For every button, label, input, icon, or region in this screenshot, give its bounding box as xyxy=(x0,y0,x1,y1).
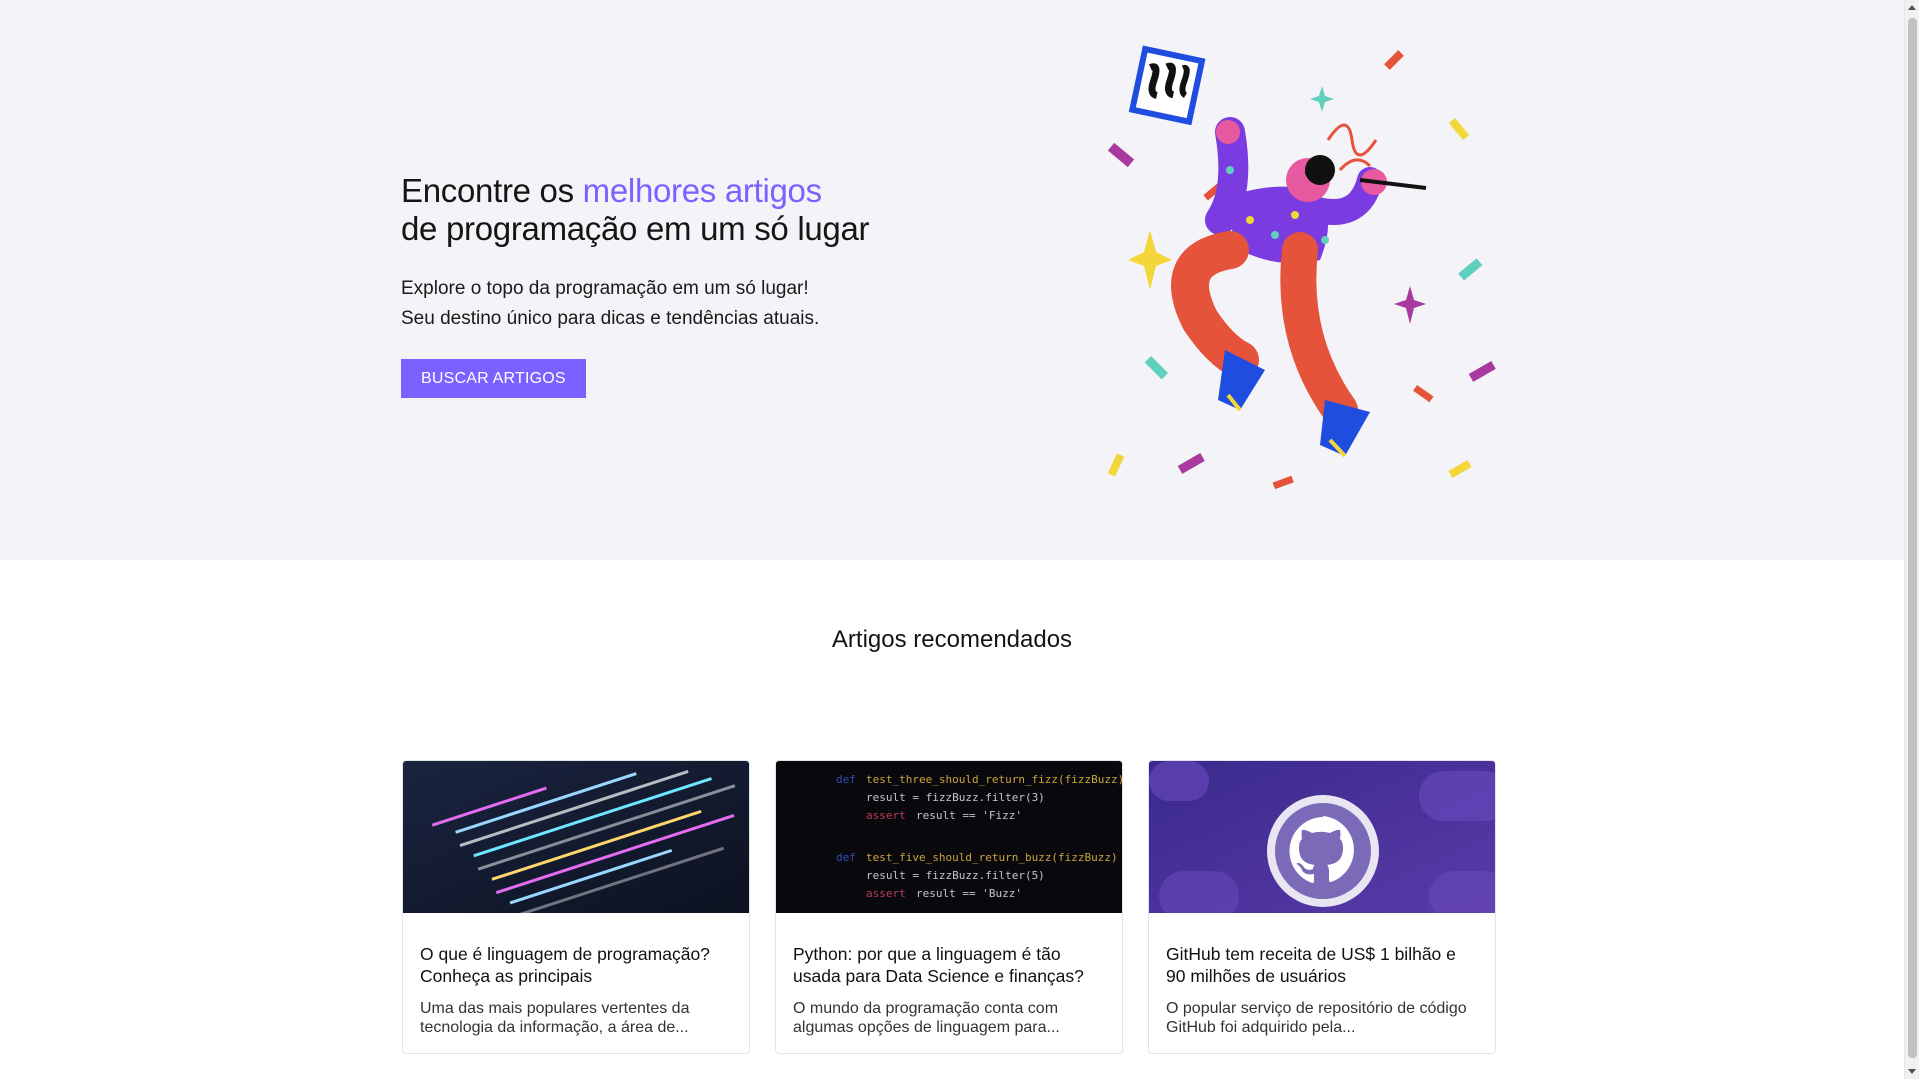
card-excerpt: O mundo da programação conta com algumas… xyxy=(793,1000,1060,1036)
python-code-image: def test_three_should_return_fizz(fizzBu… xyxy=(776,761,1122,913)
card-excerpt: O popular serviço de repositório de códi… xyxy=(1166,1000,1467,1036)
hero-text: Encontre os melhores artigos de programa… xyxy=(401,172,961,398)
article-cards: O que é linguagem de programação? Conheç… xyxy=(402,760,1502,1054)
hero-title-prefix: Encontre os xyxy=(401,172,583,209)
card-excerpt: Uma das mais populares vertentes da tecn… xyxy=(420,1000,690,1036)
card-title: Python: por que a linguagem é tão usada … xyxy=(793,944,1084,986)
github-logo-image xyxy=(1149,761,1495,913)
recommended-articles-title: Artigos recomendados xyxy=(831,626,1073,653)
scroll-down-icon[interactable] xyxy=(1908,1069,1916,1074)
card-body: GitHub tem receita de US$ 1 bilhão e 90 … xyxy=(1149,913,1495,1037)
article-card[interactable]: def test_three_should_return_fizz(fizzBu… xyxy=(775,760,1123,1054)
scroll-up-icon[interactable] xyxy=(1908,5,1916,10)
card-body: O que é linguagem de programação? Conheç… xyxy=(403,913,749,1037)
article-card[interactable]: O que é linguagem de programação? Conheç… xyxy=(402,760,750,1054)
page: Encontre os melhores artigos de programa… xyxy=(0,0,1919,1079)
vertical-scrollbar[interactable] xyxy=(1904,0,1919,1079)
hero-subtitle-line2: Seu destino único para dicas e tendência… xyxy=(401,308,820,329)
hero-subtitle-line1: Explore o topo da programação em um só l… xyxy=(401,278,809,299)
card-title: O que é linguagem de programação? Conheç… xyxy=(420,944,710,986)
article-card[interactable]: GitHub tem receita de US$ 1 bilhão e 90 … xyxy=(1148,760,1496,1054)
hero-title-accent: melhores artigos xyxy=(582,172,822,209)
code-editor-image xyxy=(403,761,749,913)
hero-title-line2: de programação em um só lugar xyxy=(401,210,870,247)
card-body: Python: por que a linguagem é tão usada … xyxy=(776,913,1122,1037)
hero-section: Encontre os melhores artigos de programa… xyxy=(0,0,1904,560)
hero-title: Encontre os melhores artigos de programa… xyxy=(401,172,961,248)
hero-subtitle: Explore o topo da programação em um só l… xyxy=(401,274,961,334)
scrollbar-thumb[interactable] xyxy=(1908,18,1917,1058)
dancing-programmer-illustration xyxy=(1107,45,1496,490)
card-title: GitHub tem receita de US$ 1 bilhão e 90 … xyxy=(1166,944,1456,986)
search-articles-button[interactable]: BUSCAR ARTIGOS xyxy=(401,359,586,398)
